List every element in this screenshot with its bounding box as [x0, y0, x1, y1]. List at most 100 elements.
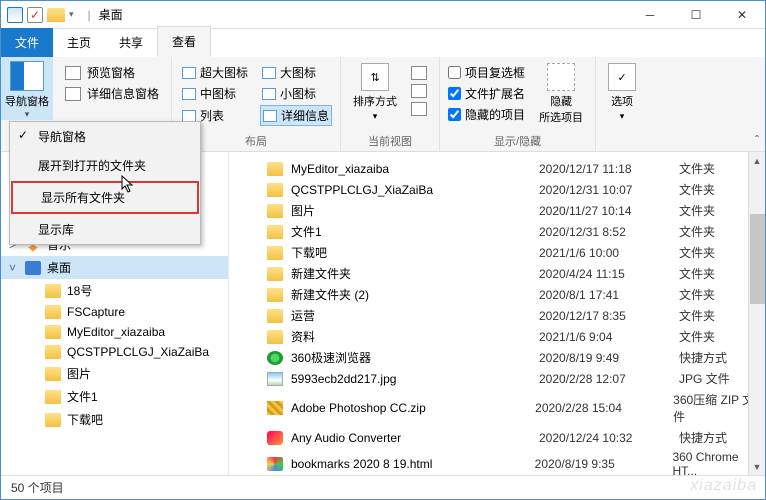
watermark: xiazaiba [690, 477, 757, 495]
file-row[interactable]: MyEditor_xiazaiba 2020/12/17 11:18文件夹 [229, 158, 765, 179]
check-hidden-items[interactable]: 隐藏的项目 [448, 106, 525, 123]
menu-show-all-folders[interactable]: 显示所有文件夹 [11, 181, 199, 214]
file-name: bookmarks 2020 8 19.html [291, 457, 432, 471]
file-name: Any Audio Converter [291, 431, 401, 445]
group-current-view-label: 当前视图 [349, 131, 431, 149]
nav-pane-label: 导航窗格 [5, 93, 49, 109]
tree-item[interactable]: FSCapture [1, 302, 228, 322]
tree-item[interactable]: MyEditor_xiazaiba [1, 322, 228, 342]
qat-dropdown-icon[interactable]: ▾ [69, 9, 74, 20]
file-date: 2020/2/28 12:07 [539, 372, 679, 386]
minimize-button[interactable]: ─ [627, 1, 673, 29]
folder-icon [45, 325, 61, 339]
layout-small[interactable]: 小图标 [260, 84, 332, 103]
tree-item[interactable]: 18号 [1, 279, 228, 302]
file-name: QCSTPPLCLGJ_XiaZaiBa [291, 183, 433, 197]
ribbon-collapse-button[interactable]: ˆ [755, 133, 759, 147]
layout-details[interactable]: 详细信息 [260, 105, 332, 126]
check-icon[interactable]: ✓ [27, 7, 43, 23]
tab-view[interactable]: 查看 [157, 26, 211, 57]
file-row[interactable]: 新建文件夹2020/4/24 11:15文件夹 [229, 263, 765, 284]
layout-large[interactable]: 大图标 [260, 63, 332, 82]
title-separator: | [88, 8, 91, 22]
tree-item-label: 图片 [67, 365, 91, 382]
options-button[interactable]: ✓ 选项 ▾ [604, 61, 640, 124]
sort-button[interactable]: ⇅ 排序方式 ▾ [349, 61, 401, 124]
tree-item[interactable]: 下载吧 [1, 408, 228, 431]
group-by-icon [411, 66, 427, 80]
tree-item[interactable]: 文件1 [1, 385, 228, 408]
tree-item[interactable]: ˅桌面 [1, 256, 228, 279]
tree-item-label: FSCapture [67, 305, 125, 319]
vertical-scrollbar[interactable]: ▲ ▼ [748, 152, 765, 475]
file-row[interactable]: 5993ecb2dd217.jpg2020/2/28 12:07JPG 文件 [229, 368, 765, 389]
file-name: 资料 [291, 328, 315, 345]
close-button[interactable]: ✕ [719, 1, 765, 29]
check-item-checkboxes[interactable]: 项目复选框 [448, 64, 525, 81]
file-row[interactable]: 运营2020/12/17 8:35文件夹 [229, 305, 765, 326]
folder-icon [45, 345, 61, 359]
tab-home[interactable]: 主页 [53, 28, 105, 57]
maximize-button[interactable]: ☐ [673, 1, 719, 29]
bm-icon [267, 457, 283, 471]
group-show-hide-label: 显示/隐藏 [448, 131, 587, 149]
file-row[interactable]: Adobe Photoshop CC.zip2020/2/28 15:04360… [229, 389, 765, 427]
quick-access-toolbar: ✓ ▾ [1, 7, 80, 23]
size-columns-button[interactable] [407, 101, 431, 117]
file-date: 2020/12/24 10:32 [539, 431, 679, 445]
layout-extra-large[interactable]: 超大图标 [180, 63, 250, 82]
chevron-down-icon: ▾ [373, 111, 378, 122]
tree-item[interactable]: QCSTPPLCLGJ_XiaZaiBa [1, 342, 228, 362]
hide-icon [547, 63, 575, 91]
file-row[interactable]: bookmarks 2020 8 19.html2020/8/19 9:3536… [229, 448, 765, 475]
details-pane-button[interactable]: 详细信息窗格 [61, 84, 163, 103]
file-name: 5993ecb2dd217.jpg [291, 372, 396, 386]
file-row[interactable]: 文件12020/12/31 8:52文件夹 [229, 221, 765, 242]
folder-icon [267, 225, 283, 239]
properties-icon[interactable] [7, 7, 23, 23]
tree-item-label: 18号 [67, 282, 92, 299]
tree-item[interactable]: 图片 [1, 362, 228, 385]
file-name: MyEditor_xiazaiba [291, 162, 389, 176]
file-row[interactable]: 资料2021/1/6 9:04文件夹 [229, 326, 765, 347]
file-type: 文件夹 [679, 244, 715, 261]
file-row[interactable]: 下载吧2021/1/6 10:00文件夹 [229, 242, 765, 263]
file-row[interactable]: 图片2020/11/27 10:14文件夹 [229, 200, 765, 221]
menu-expand-open[interactable]: 展开到打开的文件夹 [10, 151, 200, 180]
folder-icon [267, 162, 283, 176]
check-file-extensions[interactable]: 文件扩展名 [448, 85, 525, 102]
scroll-up-button[interactable]: ▲ [749, 152, 765, 169]
status-bar: 50 个项目 [1, 475, 765, 499]
scroll-thumb[interactable] [750, 214, 765, 304]
file-type: 文件夹 [679, 223, 715, 240]
file-type: 文件夹 [679, 202, 715, 219]
folder-icon [267, 309, 283, 323]
menu-nav-pane[interactable]: 导航窗格 [10, 122, 200, 151]
app-icon [267, 351, 283, 365]
file-type: 文件夹 [679, 160, 715, 177]
scroll-down-button[interactable]: ▼ [749, 458, 765, 475]
jpg-icon [267, 372, 283, 386]
file-row[interactable]: 360极速浏览器2020/8/19 9:49快捷方式 [229, 347, 765, 368]
file-list[interactable]: MyEditor_xiazaiba2020/12/17 11:18文件夹QCST… [229, 152, 765, 475]
tab-file[interactable]: 文件 [1, 28, 53, 57]
tab-share[interactable]: 共享 [105, 28, 157, 57]
layout-medium[interactable]: 中图标 [180, 84, 250, 103]
hide-selected-button[interactable]: 隐藏 所选项目 [535, 61, 587, 127]
preview-pane-button[interactable]: 预览窗格 [61, 63, 163, 82]
file-name: 新建文件夹 (2) [291, 286, 369, 303]
zip-icon [267, 401, 283, 415]
tree-item-label: MyEditor_xiazaiba [67, 325, 165, 339]
group-by-button[interactable] [407, 65, 431, 81]
file-type: 文件夹 [679, 286, 715, 303]
file-row[interactable]: Any Audio Converter2020/12/24 10:32快捷方式 [229, 427, 765, 448]
file-name: 文件1 [291, 223, 322, 240]
file-row[interactable]: QCSTPPLCLGJ_XiaZaiBa2020/12/31 10:07文件夹 [229, 179, 765, 200]
file-date: 2020/12/17 11:18 [539, 162, 679, 176]
nav-pane-button[interactable]: 导航窗格 ▾ [1, 57, 53, 120]
file-row[interactable]: 新建文件夹 (2)2020/8/1 17:41文件夹 [229, 284, 765, 305]
file-type: 文件夹 [679, 265, 715, 282]
file-date: 2020/4/24 11:15 [539, 267, 679, 281]
menu-show-libraries[interactable]: 显示库 [10, 215, 200, 244]
add-columns-button[interactable] [407, 83, 431, 99]
